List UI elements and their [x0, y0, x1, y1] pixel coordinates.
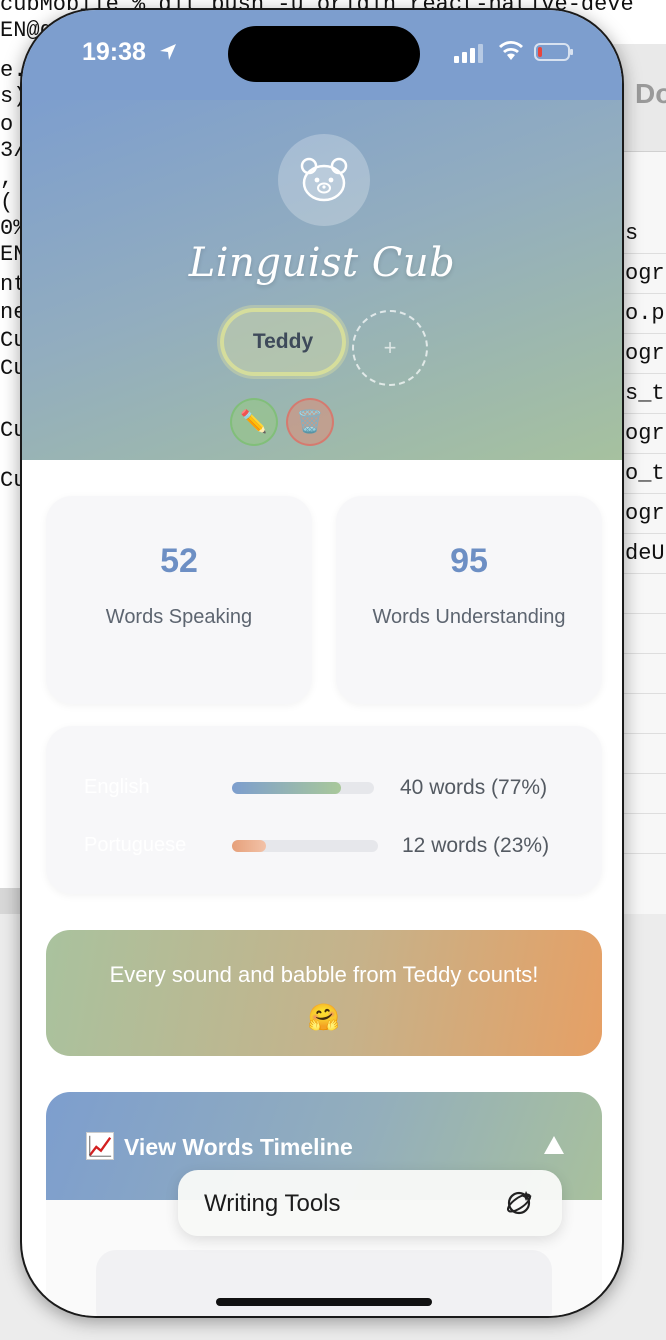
words-understanding-count: 95 [450, 542, 488, 580]
terminal-line: o [0, 112, 14, 137]
hugging-face-icon: 🤗 [307, 1002, 341, 1032]
app-screen: 19:38 Linguist Cub Teddy + ✏️ 🗑️ 52 Word… [22, 10, 622, 1316]
home-indicator [216, 1298, 432, 1306]
child-name: Teddy [252, 330, 314, 353]
language-count-portuguese: 12 words (23%) [402, 834, 550, 857]
words-speaking-label: Words Speaking [105, 606, 253, 628]
writing-tools-icon [506, 1191, 532, 1215]
add-child-button[interactable]: + [352, 310, 428, 386]
child-profile-chip[interactable]: Teddy [220, 308, 346, 376]
status-time: 19:38 [82, 38, 146, 66]
language-breakdown-card: English 40 words (77%) Portuguese 12 wor… [46, 726, 602, 894]
progress-fill-portuguese [232, 840, 266, 852]
language-name-english: English [84, 776, 150, 798]
edit-child-button[interactable]: ✏️ [230, 398, 278, 446]
pencil-icon: ✏️ [240, 409, 268, 434]
bear-icon [300, 157, 348, 202]
wifi-icon [499, 41, 523, 60]
writing-tools-label: Writing Tools [204, 1190, 341, 1217]
encouragement-banner: Every sound and babble from Teddy counts… [46, 930, 602, 1056]
dynamic-island [228, 26, 420, 82]
words-understanding-card: 95 Words Understanding [336, 496, 602, 704]
terminal-line: , [0, 166, 14, 191]
words-speaking-count: 52 [160, 542, 198, 580]
language-name-portuguese: Portuguese [84, 834, 187, 856]
timeline-label: View Words Timeline [124, 1134, 353, 1160]
profile-header: Linguist Cub Teddy + ✏️ 🗑️ [22, 100, 622, 460]
chart-increasing-icon [86, 1132, 114, 1160]
progress-fill-english [232, 782, 342, 794]
status-bar: 19:38 [22, 10, 622, 102]
encouragement-text: Every sound and babble from Teddy counts… [109, 962, 539, 987]
terminal-line: ( [0, 190, 14, 215]
progress-bar-portuguese [232, 840, 378, 852]
words-speaking-card: 52 Words Speaking [46, 496, 312, 704]
words-understanding-label: Words Understanding [372, 606, 566, 628]
writing-tools-popup[interactable]: Writing Tools [178, 1170, 562, 1236]
cellular-signal-icon [454, 44, 483, 63]
timeline-chart-placeholder [96, 1250, 552, 1316]
phone-frame: 19:38 Linguist Cub Teddy + ✏️ 🗑️ 52 Word… [20, 8, 624, 1318]
trash-icon: 🗑️ [296, 409, 324, 434]
avatar [278, 134, 370, 226]
battery-icon [534, 43, 573, 61]
location-arrow-icon [160, 44, 176, 60]
plus-icon: + [383, 335, 397, 360]
delete-child-button[interactable]: 🗑️ [286, 398, 334, 446]
app-title: Linguist Cub [188, 240, 456, 286]
progress-bar-english [232, 782, 374, 794]
chevron-up-icon [544, 1136, 564, 1154]
language-count-english: 40 words (77%) [400, 776, 548, 799]
